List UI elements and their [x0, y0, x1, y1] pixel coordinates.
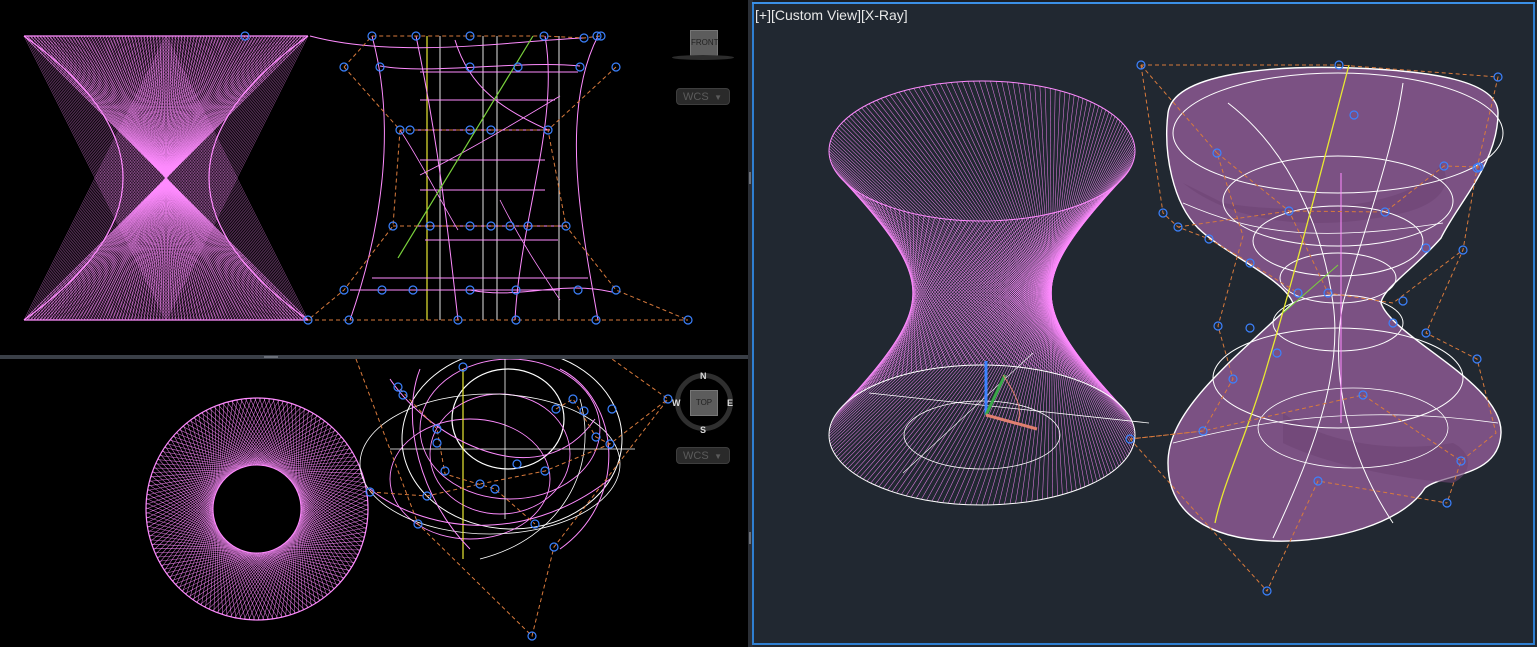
visual-style-control[interactable]: [X-Ray] [861, 7, 908, 23]
control-vertex-icon[interactable] [663, 394, 673, 404]
wire-line [937, 128, 1127, 503]
control-vertex-icon[interactable] [512, 459, 522, 469]
front-viewport[interactable]: FRONT WCS ▼ [0, 0, 748, 355]
control-vertex-icon[interactable] [607, 404, 617, 414]
control-vertex-icon[interactable] [568, 394, 578, 404]
control-vertex-icon[interactable] [575, 62, 585, 72]
wire-line [975, 111, 1110, 506]
hyperboloid-ruled-3d [828, 80, 1150, 506]
custom-view-viewport[interactable] [753, 3, 1537, 647]
control-vertex-icon[interactable] [490, 484, 500, 494]
surface-curve [454, 39, 549, 131]
wire-line [829, 203, 1084, 442]
control-vertex-icon[interactable] [1245, 323, 1255, 333]
splitter-grip-icon [749, 172, 751, 184]
surface-curve [415, 35, 459, 321]
wire-line [829, 209, 1066, 432]
wire-line [903, 90, 1135, 442]
wcs-menu-button[interactable]: WCS ▼ [676, 447, 730, 464]
nurbs-surface-3d [1125, 60, 1504, 596]
control-vertex-icon[interactable] [432, 438, 442, 448]
splitter-grip-icon [749, 532, 751, 544]
compass-south-label[interactable]: S [700, 425, 706, 435]
surface-curve [559, 368, 610, 550]
control-vertex-icon[interactable] [513, 62, 523, 72]
control-vertex-icon[interactable] [611, 285, 621, 295]
control-frame-line [547, 66, 689, 321]
chevron-down-icon: ▼ [714, 93, 722, 102]
viewcube-face-label: FRONT [691, 38, 719, 47]
wire-line [885, 205, 944, 368]
control-frame-line [355, 359, 669, 637]
wire-line [985, 413, 1038, 431]
wire-line [939, 83, 1126, 460]
view-menu-control[interactable]: [Custom View] [771, 7, 861, 23]
surface-curve [309, 35, 585, 49]
surface-curve [479, 398, 586, 560]
compass-west-label[interactable]: W [672, 398, 681, 408]
surface-curve [499, 199, 561, 301]
control-frame-line [399, 388, 536, 525]
wire-line [843, 180, 1011, 367]
isoline-circle [401, 359, 623, 530]
surface-curve [575, 35, 599, 321]
compass-east-label[interactable]: E [727, 398, 733, 408]
front-drawing-canvas[interactable] [0, 0, 748, 355]
top-viewport[interactable]: N S E W TOP WCS ▼ [0, 359, 748, 647]
wire-line [959, 118, 1118, 505]
nurbs-surface-front-wireframe [240, 31, 693, 325]
viewport-menu-control[interactable]: [+] [755, 7, 771, 23]
chevron-down-icon: ▼ [714, 452, 722, 461]
viewport-controls-label[interactable]: [+][Custom View][X-Ray] [755, 7, 908, 23]
surface-curve [399, 129, 459, 231]
hyperboloid-throat-circle [212, 464, 302, 554]
wire-line [896, 148, 1136, 494]
wire-line [1004, 101, 1092, 505]
viewcube-icon[interactable]: TOP [690, 390, 718, 416]
wire-line [970, 114, 1113, 505]
hyperboloid-ruled-top [145, 397, 369, 621]
wire-line [868, 198, 966, 366]
control-vertex-icon[interactable] [1398, 296, 1408, 306]
3d-drawing-canvas[interactable] [753, 3, 1537, 647]
control-vertex-icon[interactable] [579, 406, 589, 416]
viewcube-icon[interactable]: FRONT [690, 30, 719, 56]
wcs-label: WCS [683, 450, 709, 462]
wire-line [837, 173, 1027, 369]
wire-line [835, 130, 1105, 394]
splitter-grip-icon [264, 356, 278, 358]
control-vertex-icon[interactable] [573, 285, 583, 295]
compass-north-label[interactable]: N [700, 371, 707, 381]
wcs-label: WCS [683, 91, 709, 103]
control-frame-line [307, 66, 401, 321]
control-frame-line [343, 35, 601, 68]
surface-curve [514, 35, 549, 321]
wire-line [841, 123, 1114, 400]
viewcube-face-label: TOP [695, 398, 713, 407]
control-vertex-icon[interactable] [375, 62, 385, 72]
hyperboloid-ruled-front [23, 35, 309, 321]
wcs-menu-button[interactable]: WCS ▼ [676, 88, 730, 105]
surface-curve [379, 64, 581, 70]
nurbs-surface-top-wireframe [355, 359, 673, 641]
top-drawing-canvas[interactable] [0, 359, 748, 647]
viewcube-shadow [672, 55, 734, 60]
surface-curve [349, 35, 385, 321]
